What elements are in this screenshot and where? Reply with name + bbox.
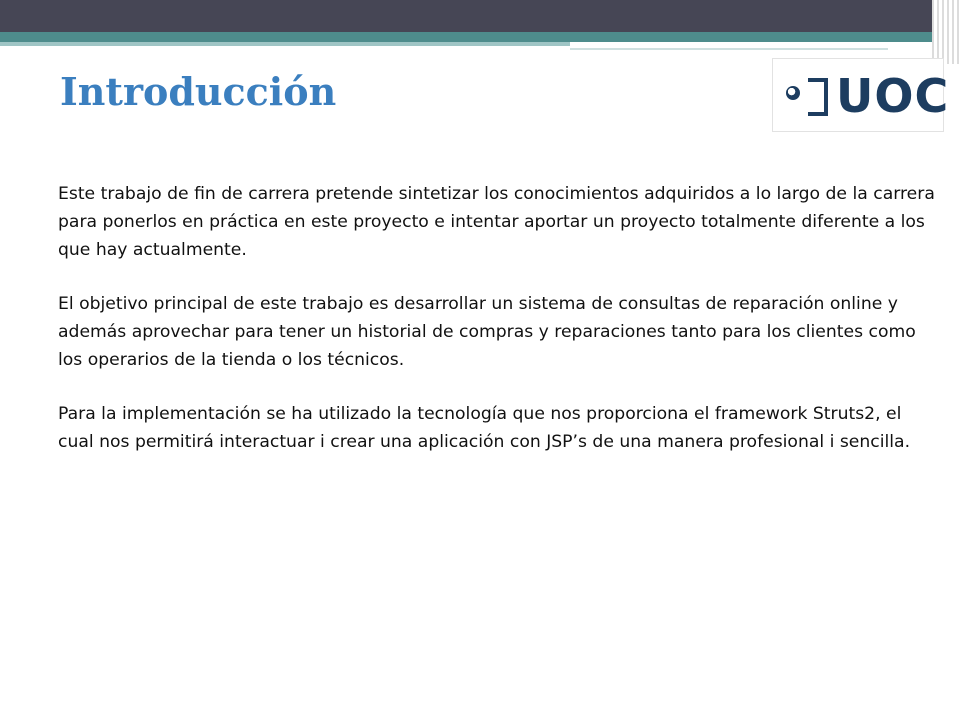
paragraph-implementation: Para la implementación se ha utilizado l…: [58, 404, 911, 452]
decorative-stripes: [932, 0, 960, 64]
header-divider: [570, 48, 888, 50]
header-accent-bar: [0, 32, 960, 42]
logo-text: UOC: [836, 69, 950, 123]
slide-title: Introducción: [60, 69, 337, 114]
logo-bracket-icon: [808, 78, 828, 116]
paragraph-intro: Este trabajo de fin de carrera pretende …: [58, 184, 935, 260]
header-bar: [0, 0, 960, 32]
paragraph-objective: El objetivo principal de este trabajo es…: [58, 294, 916, 370]
header-accent-line: [0, 42, 570, 46]
slide-body: Este trabajo de fin de carrera pretende …: [58, 180, 938, 482]
logo-globe-icon: [786, 86, 800, 100]
